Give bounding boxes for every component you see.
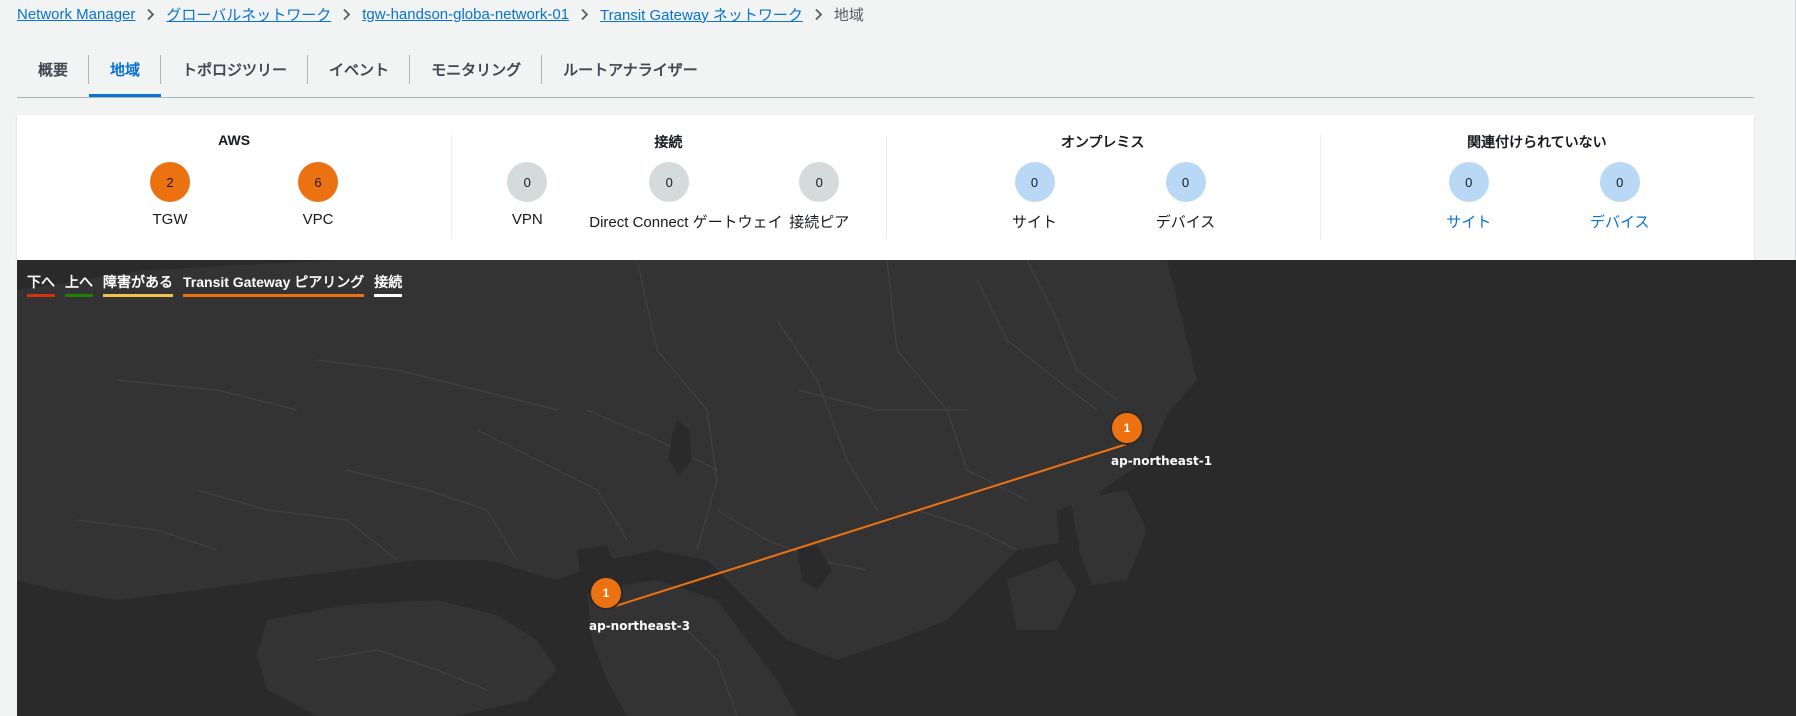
vpn-metric: 0 VPN — [447, 162, 607, 228]
dx-gateway-metric: 0 Direct Connect ゲートウェイ — [589, 162, 783, 232]
count-badge: 0 — [1165, 162, 1206, 202]
count-badge: 6 — [298, 162, 338, 202]
region-map[interactable]: 下へ 上へ 障害がある Transit Gateway ピアリング 接続 1 a… — [17, 260, 1796, 716]
map-legend: 下へ 上へ 障害がある Transit Gateway ピアリング 接続 — [27, 272, 403, 297]
count-badge: 0 — [1599, 162, 1640, 202]
count-badge: 0 — [1014, 162, 1055, 202]
group-title: AWS — [218, 132, 251, 148]
tgw-metric: 2 TGW — [90, 162, 250, 228]
count-badge: 0 — [799, 162, 840, 202]
breadcrumb-network-name[interactable]: tgw-handson-globa-network-01 — [362, 6, 569, 23]
count-badge: 0 — [1448, 162, 1489, 202]
region-label: ap-northeast-3 — [589, 619, 691, 633]
network-summary-panel: AWS 2 TGW 6 VPC 接続 0 VPN 0 Direct Connec… — [17, 115, 1754, 260]
onprem-group: オンプレミス 0 サイト 0 デバイス — [885, 115, 1320, 260]
unassociated-device-metric[interactable]: 0 デバイス — [1540, 162, 1700, 232]
unassociated-group: 関連付けられていない 0 サイト 0 デバイス — [1319, 115, 1754, 260]
unassociated-devices-link[interactable]: デバイス — [1540, 211, 1700, 232]
breadcrumb-current: 地域 — [833, 6, 864, 24]
tab-overview[interactable]: 概要 — [17, 52, 90, 86]
page-scrollbar[interactable] — [1762, 0, 1796, 260]
connections-group: 接続 0 VPN 0 Direct Connect ゲートウェイ 0 接続ピア — [451, 115, 885, 260]
active-tab-indicator — [89, 94, 162, 97]
connect-peer-metric: 0 接続ピア — [739, 162, 899, 232]
region-label: ap-northeast-1 — [1111, 454, 1213, 468]
metric-label: VPC — [302, 211, 334, 228]
breadcrumb: Network Manager グローバルネットワーク tgw-handson-… — [17, 3, 864, 25]
metric-label: TGW — [152, 211, 188, 228]
tab-topology-tree[interactable]: トポロジツリー — [161, 52, 309, 86]
tab-route-analyzer[interactable]: ルートアナライザー — [542, 52, 719, 86]
tab-events[interactable]: イベント — [308, 52, 411, 86]
breadcrumb-global-network[interactable]: グローバルネットワーク — [166, 4, 331, 25]
breadcrumb-tgw-network[interactable]: Transit Gateway ネットワーク — [600, 4, 803, 25]
tab-label: ルートアナライザー — [563, 61, 698, 79]
legend-impaired[interactable]: 障害がある — [103, 272, 173, 297]
tab-label: トポロジツリー — [182, 61, 288, 79]
tab-regions[interactable]: 地域 — [89, 52, 162, 97]
tab-label: イベント — [329, 61, 390, 79]
chevron-right-icon — [580, 8, 589, 21]
region-node-ap-northeast-3[interactable]: 1 — [589, 576, 623, 610]
tab-label: 地域 — [110, 61, 141, 79]
land-izu — [1007, 560, 1077, 630]
metric-label: VPN — [511, 211, 543, 228]
metric-label: Direct Connect ゲートウェイ — [589, 214, 783, 231]
breadcrumb-network-manager[interactable]: Network Manager — [17, 6, 135, 23]
chevron-right-icon — [342, 8, 351, 21]
legend-connection[interactable]: 接続 — [374, 272, 403, 297]
group-title: 関連付けられていない — [1467, 134, 1607, 150]
metric-label: サイト — [1011, 214, 1057, 231]
region-node-ap-northeast-1[interactable]: 1 — [1110, 411, 1144, 445]
metric-label: 接続ピア — [789, 214, 850, 231]
vpc-metric: 6 VPC — [238, 162, 398, 228]
count-badge: 0 — [507, 162, 548, 202]
unassociated-sites-link[interactable]: サイト — [1389, 211, 1549, 232]
tab-monitoring[interactable]: モニタリング — [410, 52, 543, 86]
chevron-right-icon — [814, 8, 823, 21]
group-title: オンプレミス — [1060, 134, 1145, 150]
tab-label: モニタリング — [431, 61, 522, 79]
tab-label: 概要 — [38, 61, 69, 79]
metric-label: デバイス — [1155, 214, 1216, 231]
legend-down[interactable]: 下へ — [27, 272, 55, 297]
aws-group: AWS 2 TGW 6 VPC — [17, 115, 451, 260]
chevron-right-icon — [146, 8, 155, 21]
legend-up[interactable]: 上へ — [65, 272, 93, 297]
site-metric: 0 サイト — [955, 162, 1115, 232]
land-shikoku — [257, 600, 557, 716]
tab-bar: 概要 地域 トポロジツリー イベント モニタリング ルートアナライザー — [17, 52, 1754, 98]
map-canvas — [17, 260, 1197, 716]
legend-tgw-peering[interactable]: Transit Gateway ピアリング — [183, 272, 365, 297]
group-title: 接続 — [654, 134, 683, 150]
unassociated-site-metric[interactable]: 0 サイト — [1389, 162, 1549, 232]
count-badge: 0 — [649, 162, 690, 202]
device-metric: 0 デバイス — [1106, 162, 1266, 232]
land-chiba — [1077, 490, 1147, 585]
count-badge: 2 — [150, 162, 190, 202]
